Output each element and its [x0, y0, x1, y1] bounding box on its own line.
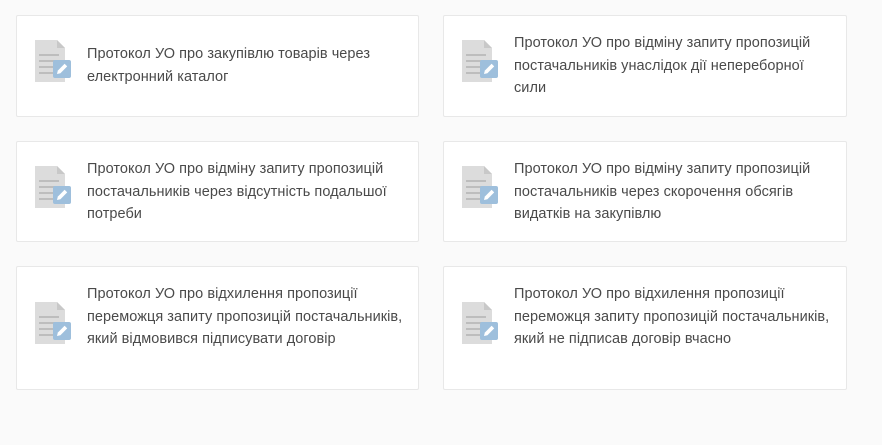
document-card-title: Протокол УО про закупівлю товарів через …	[87, 46, 371, 85]
document-card[interactable]: Протокол УО про закупівлю товарів через …	[16, 15, 419, 117]
document-card[interactable]: Протокол УО про відміну запиту пропозиці…	[443, 141, 847, 242]
document-edit-icon	[460, 40, 500, 84]
document-edit-icon	[460, 302, 500, 346]
document-card[interactable]: Протокол УО про відміну запиту пропозиці…	[16, 141, 419, 242]
document-card-title: Протокол УО про відміну запиту пропозиці…	[514, 35, 811, 96]
document-edit-icon	[33, 40, 73, 84]
document-edit-icon	[33, 166, 73, 210]
document-card-title: Протокол УО про відхилення пропозиції пе…	[514, 286, 830, 347]
document-card-title: Протокол УО про відміну запиту пропозиці…	[514, 161, 811, 222]
document-card-title: Протокол УО про відхилення пропозиції пе…	[87, 286, 403, 347]
document-edit-icon	[33, 302, 73, 346]
document-card[interactable]: Протокол УО про відхилення пропозиції пе…	[443, 266, 847, 390]
document-edit-icon	[460, 166, 500, 210]
document-card[interactable]: Протокол УО про відміну запиту пропозиці…	[443, 15, 847, 117]
document-card-title: Протокол УО про відміну запиту пропозиці…	[87, 161, 387, 222]
document-card[interactable]: Протокол УО про відхилення пропозиції пе…	[16, 266, 419, 390]
